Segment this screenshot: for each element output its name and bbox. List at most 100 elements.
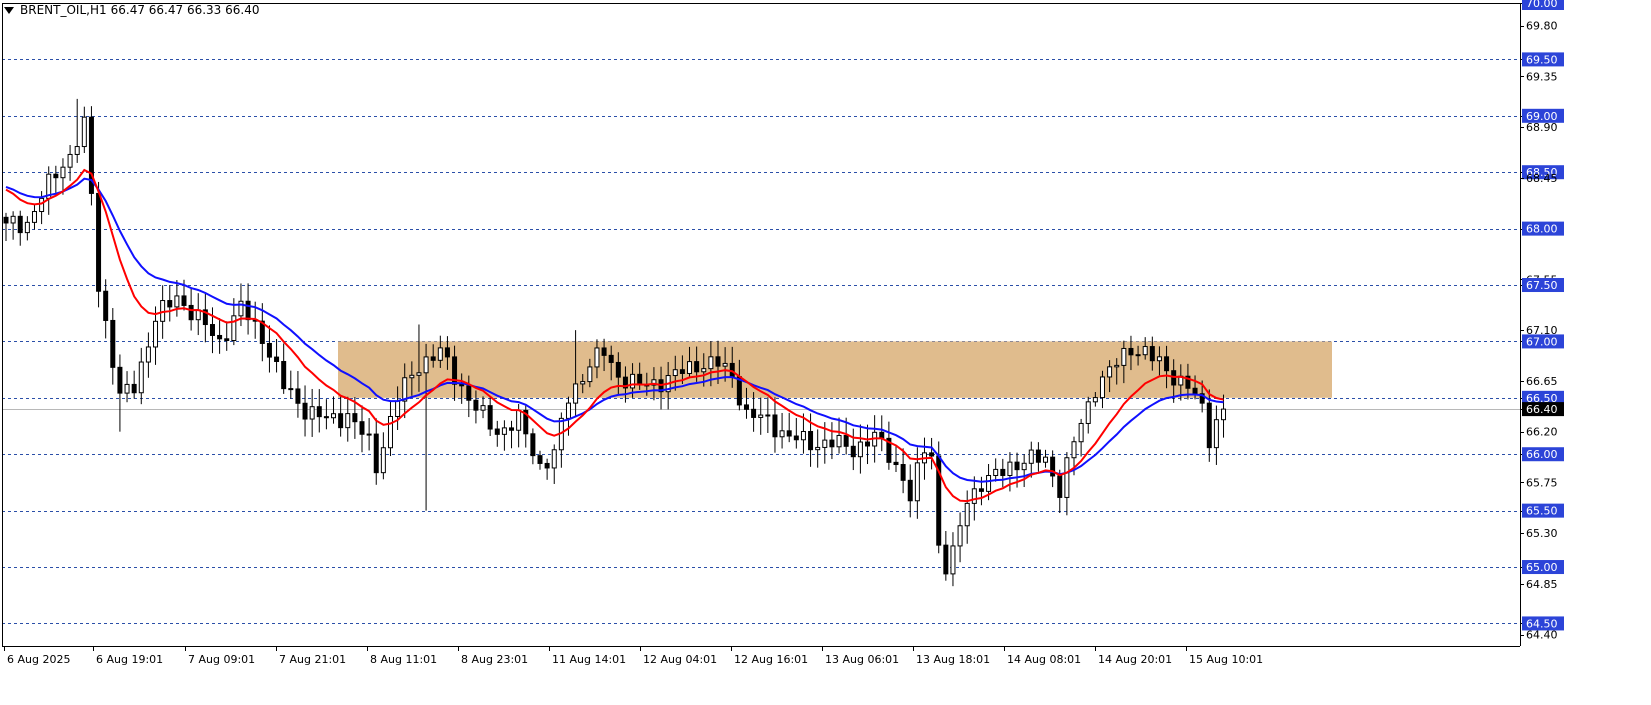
candle-body: [1164, 356, 1170, 372]
candle-body: [929, 452, 935, 457]
candle-body: [587, 366, 593, 383]
candle-body: [74, 146, 80, 155]
candle-body: [544, 462, 550, 469]
candle-body: [793, 435, 799, 441]
candle-body: [615, 361, 621, 378]
level-badge-label: 68.00: [1526, 223, 1558, 236]
x-tick-label: 12 Aug 04:01: [643, 653, 717, 666]
candle-body: [1221, 408, 1227, 421]
level-badge-label: 66.00: [1526, 448, 1558, 461]
candle-body: [779, 430, 785, 438]
x-tick-label: 15 Aug 10:01: [1189, 653, 1263, 666]
candle-body: [316, 406, 322, 418]
candle-body: [1064, 457, 1070, 498]
candle-body: [138, 361, 144, 394]
candle-body: [17, 215, 23, 234]
y-tick-label: 68.90: [1526, 121, 1558, 134]
candle-body: [943, 544, 949, 575]
candle-body: [309, 406, 315, 420]
candle-body: [857, 441, 863, 458]
candle-body: [238, 300, 244, 317]
candle-body: [687, 361, 693, 374]
candle-body: [174, 295, 180, 308]
x-tick-label: 13 Aug 06:01: [825, 653, 899, 666]
candle-body: [1142, 346, 1148, 356]
x-tick-label: 7 Aug 21:01: [279, 653, 346, 666]
candle-body: [266, 342, 272, 358]
x-tick-label: 11 Aug 14:01: [552, 653, 626, 666]
candle-body: [808, 430, 814, 451]
candle-body: [430, 356, 436, 361]
axis-background: [1520, 3, 1651, 705]
candle-body: [893, 461, 899, 466]
candle-body: [117, 366, 123, 394]
candle-body: [81, 116, 87, 148]
candle-body: [10, 215, 16, 224]
candle-body: [1121, 347, 1127, 366]
candle-body: [630, 373, 636, 389]
candle-body: [131, 383, 137, 394]
candle-body: [409, 374, 415, 379]
candle-body: [1057, 475, 1063, 498]
candle-body: [701, 368, 707, 373]
candle-body: [551, 449, 557, 469]
candle-body: [1000, 468, 1006, 477]
candle-body: [836, 434, 842, 448]
candle-body: [715, 356, 721, 367]
candle-body: [694, 361, 700, 373]
candle-body: [1149, 346, 1155, 362]
candle-body: [1007, 461, 1013, 477]
candle-body: [537, 455, 543, 464]
candle-body: [1043, 456, 1049, 463]
candle-body: [188, 304, 194, 321]
zone-rect: [338, 341, 1332, 398]
candle-body: [1107, 366, 1113, 378]
level-badge-label: 65.00: [1526, 561, 1558, 574]
candle-body: [1156, 356, 1162, 362]
candle-body: [217, 334, 223, 340]
grid-lines: [2, 3, 1520, 624]
candle-body: [772, 414, 778, 438]
candle-body: [1099, 376, 1105, 399]
candle-body: [672, 369, 678, 377]
candle-body: [786, 430, 792, 437]
x-tick-label: 8 Aug 23:01: [461, 653, 528, 666]
candle-body: [480, 405, 486, 411]
candle-body: [224, 338, 230, 341]
x-tick-label: 14 Aug 20:01: [1098, 653, 1172, 666]
candle-body: [765, 414, 771, 417]
candle-body: [39, 197, 45, 213]
candle-body: [822, 439, 828, 448]
candle-body: [986, 475, 992, 492]
y-tick-label: 66.20: [1526, 426, 1558, 439]
candle-body: [444, 347, 450, 358]
candle-body: [366, 433, 372, 436]
candle-body: [978, 488, 984, 492]
candle-body: [1071, 441, 1077, 459]
candle-body: [1085, 401, 1091, 424]
moving-average-slow: [5, 177, 1224, 483]
candle-body: [487, 405, 493, 430]
y-tick-label: 66.65: [1526, 375, 1558, 388]
candle-body: [124, 383, 130, 394]
candle-body: [708, 356, 714, 370]
x-tick-label: 6 Aug 19:01: [96, 653, 163, 666]
candle-body: [245, 300, 251, 321]
candle-body: [473, 399, 479, 411]
candle-body: [231, 315, 237, 341]
candle-body: [900, 464, 906, 481]
x-tick-label: 14 Aug 08:01: [1007, 653, 1081, 666]
candle-body: [331, 413, 337, 419]
candle-body: [800, 430, 806, 441]
plot-border: [2, 3, 1521, 647]
level-badge-label: 69.50: [1526, 53, 1558, 66]
candle-body: [209, 324, 215, 336]
candle-body: [1192, 387, 1198, 395]
candle-body: [373, 433, 379, 474]
candle-body: [295, 388, 301, 404]
candle-body: [1114, 364, 1120, 368]
x-tick-label: 6 Aug 2025: [7, 653, 70, 666]
candle-body: [865, 441, 871, 447]
y-tick-label: 69.35: [1526, 70, 1558, 83]
current-price-label: 66.40: [1526, 403, 1558, 416]
